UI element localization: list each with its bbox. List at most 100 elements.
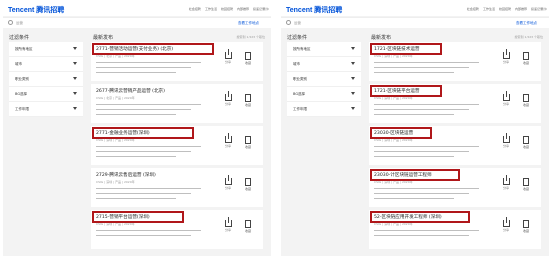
share-button[interactable]: 分享	[221, 133, 235, 148]
top-navbar: Tencent 腾讯招聘 社会招聘 工作生活 校园招聘 内部推荐 投递记录 简体	[281, 4, 549, 16]
nav-item-social-recruit[interactable]: 社会招聘	[467, 7, 479, 12]
share-button[interactable]: 分享	[499, 91, 513, 106]
language-switch[interactable]: 简体	[263, 7, 269, 11]
job-title[interactable]: 2677-腾讯云营销产品运营 (北京)	[96, 88, 165, 94]
description-line	[96, 188, 201, 189]
tencent-logo[interactable]: Tencent 腾讯招聘	[286, 5, 342, 15]
share-button[interactable]: 分享	[499, 217, 513, 232]
filter-label: 职业类别	[293, 77, 307, 81]
share-button[interactable]: 分享	[499, 133, 513, 148]
bookmark-icon	[523, 220, 529, 228]
chevron-down-icon	[351, 107, 355, 110]
description-line	[96, 146, 201, 147]
nav-item-referral[interactable]: 内部推荐	[515, 7, 527, 12]
filter-item-city[interactable]: 城市	[287, 57, 361, 72]
chevron-down-icon	[73, 62, 77, 65]
filter-item-region[interactable]: 按所有地区	[287, 42, 361, 57]
save-button[interactable]: 收藏	[241, 52, 255, 65]
filter-label: 工作年限	[293, 107, 307, 111]
job-card[interactable]: 2771-营销活动运营(支付业务) (北京) CSIG | 北京 | 产品 | …	[91, 42, 263, 81]
search-bar: 运营 查看工作地点	[281, 17, 549, 28]
job-title[interactable]: 2729-腾讯云售后运营 (深圳)	[96, 172, 156, 178]
share-label: 分享	[502, 186, 509, 190]
nav-item-campus[interactable]: 校园招聘	[221, 7, 233, 12]
location-button[interactable]: 查看工作地点	[516, 21, 537, 26]
filter-label: BG选择	[15, 92, 28, 96]
share-button[interactable]: 分享	[221, 91, 235, 106]
nav-item-social-recruit[interactable]: 社会招聘	[189, 7, 201, 12]
job-card[interactable]: 2729-腾讯云售后运营 (深圳) CSIG | 深圳 | 产品 | 2020年…	[91, 168, 263, 207]
share-button[interactable]: 分享	[221, 217, 235, 232]
description-line	[374, 151, 469, 152]
filter-item-region[interactable]: 按所有地区	[9, 42, 83, 57]
filter-item-city[interactable]: 城市	[9, 57, 83, 72]
job-card[interactable]: 1721-区块链技术运营 CSIG | 深圳 | 产品 | 2020年 分享 收…	[369, 42, 541, 81]
search-input[interactable]: 运营	[16, 21, 23, 26]
location-button[interactable]: 查看工作地点	[238, 21, 259, 26]
filter-item-experience[interactable]: 工作年限	[287, 102, 361, 117]
save-button[interactable]: 收藏	[519, 220, 533, 233]
filter-heading: 过滤条件	[9, 35, 30, 41]
filter-item-category[interactable]: 职业类别	[9, 72, 83, 87]
nav-item-referral[interactable]: 内部推荐	[237, 7, 249, 12]
nav-item-work-life[interactable]: 工作生活	[483, 7, 495, 12]
save-button[interactable]: 收藏	[241, 136, 255, 149]
save-label: 收藏	[522, 61, 529, 65]
job-card[interactable]: 2677-腾讯云营销产品运营 (北京) CSIG | 北京 | 产品 | 202…	[91, 84, 263, 123]
description-line	[96, 109, 191, 110]
save-button[interactable]: 收藏	[519, 136, 533, 149]
job-card[interactable]: 23030-计区块链运营工程师 CSIG | 深圳 | 产品 | 2020年 分…	[369, 168, 541, 207]
bookmark-icon	[245, 136, 251, 144]
save-button[interactable]: 收藏	[519, 94, 533, 107]
filter-item-bg[interactable]: BG选择	[9, 87, 83, 102]
save-label: 收藏	[244, 187, 251, 191]
share-icon	[224, 49, 232, 59]
save-label: 收藏	[244, 103, 251, 107]
filter-label: 城市	[293, 62, 300, 66]
chevron-down-icon	[73, 77, 77, 80]
job-card[interactable]: 2771-金融业务运营(深圳) CSIG | 深圳 | 产品 | 2020年 分…	[91, 126, 263, 165]
filter-item-experience[interactable]: 工作年限	[9, 102, 83, 117]
nav-item-campus[interactable]: 校园招聘	[499, 7, 511, 12]
job-card[interactable]: 2715-营销平台运营(深圳) CSIG | 深圳 | 产品 | 2020年 分…	[91, 210, 263, 249]
filter-label: 按所有地区	[293, 47, 311, 51]
language-switch[interactable]: 简体	[541, 7, 547, 11]
save-button[interactable]: 收藏	[241, 94, 255, 107]
search-icon[interactable]	[8, 20, 13, 25]
chevron-down-icon	[351, 77, 355, 80]
bookmark-icon	[523, 94, 529, 102]
search-input[interactable]: 运营	[294, 21, 301, 26]
share-button[interactable]: 分享	[221, 175, 235, 190]
results-heading: 最新发布	[93, 35, 114, 41]
save-button[interactable]: 收藏	[519, 52, 533, 65]
share-button[interactable]: 分享	[221, 49, 235, 64]
filter-item-bg[interactable]: BG选择	[287, 87, 361, 102]
bookmark-icon	[245, 52, 251, 60]
search-icon[interactable]	[286, 20, 291, 25]
bookmark-icon	[523, 52, 529, 60]
job-card[interactable]: 52-区块链应用开发工程师 (深圳) CSIG | 深圳 | 产品 | 2020…	[369, 210, 541, 249]
tencent-logo[interactable]: Tencent 腾讯招聘	[8, 5, 64, 15]
share-button[interactable]: 分享	[499, 49, 513, 64]
highlight-box	[92, 127, 194, 139]
share-label: 分享	[502, 60, 509, 64]
highlight-box	[92, 211, 184, 223]
job-card[interactable]: 23030-区块链运营 CSIG | 深圳 | 产品 | 2020年 分享 收藏	[369, 126, 541, 165]
description-line	[96, 67, 191, 68]
job-card[interactable]: 1721-区块链平台运营 CSIG | 深圳 | 产品 | 2020年 分享 收…	[369, 84, 541, 123]
share-icon	[502, 49, 510, 59]
filter-item-category[interactable]: 职业类别	[287, 72, 361, 87]
description-line	[96, 156, 176, 157]
share-button[interactable]: 分享	[499, 175, 513, 190]
save-button[interactable]: 收藏	[241, 178, 255, 191]
share-icon	[224, 175, 232, 185]
share-icon	[502, 91, 510, 101]
save-button[interactable]: 收藏	[241, 220, 255, 233]
highlight-box	[370, 211, 470, 223]
chevron-down-icon	[351, 62, 355, 65]
description-line	[374, 72, 454, 73]
description-line	[374, 188, 479, 189]
save-button[interactable]: 收藏	[519, 178, 533, 191]
nav-item-work-life[interactable]: 工作生活	[205, 7, 217, 12]
bookmark-icon	[245, 178, 251, 186]
